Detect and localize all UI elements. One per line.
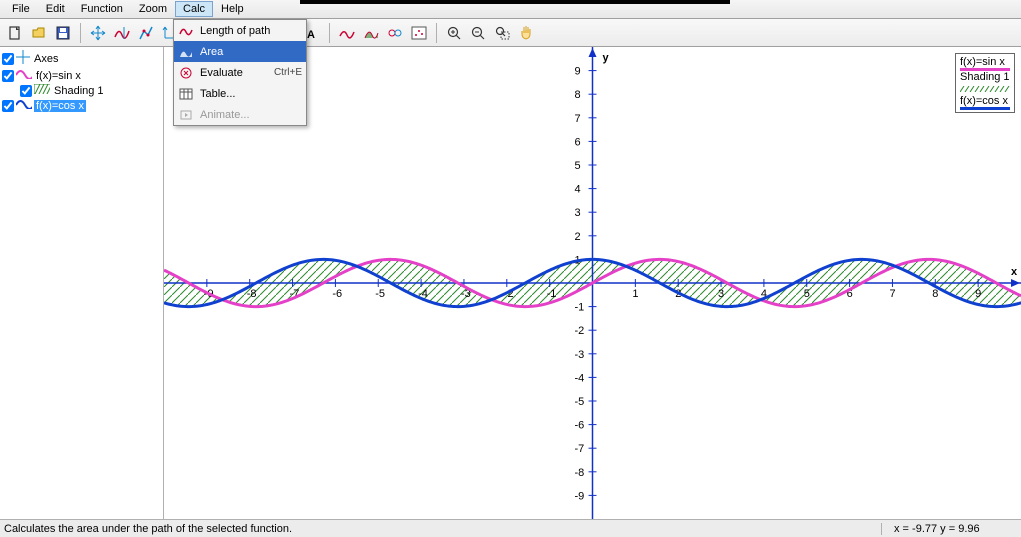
x-tick-label: 9: [975, 288, 981, 300]
x-tick-label: 1: [632, 288, 638, 300]
legend-item: f(x)=sin x: [960, 56, 1010, 71]
title-bar-fragment: [300, 0, 730, 4]
tb-save[interactable]: [52, 22, 74, 44]
menu-function[interactable]: Function: [73, 1, 131, 17]
tb-pan[interactable]: [515, 22, 537, 44]
legend-item: f(x)=cos x: [960, 95, 1010, 110]
tb-open[interactable]: [28, 22, 50, 44]
table-icon: [178, 86, 194, 102]
menu-calc[interactable]: Calc: [175, 1, 213, 17]
tb-zoom-in[interactable]: [443, 22, 465, 44]
y-tick-label: 2: [575, 231, 581, 243]
y-tick-label: 7: [575, 113, 581, 125]
x-tick-label: -6: [332, 288, 342, 300]
tb-new[interactable]: [4, 22, 26, 44]
toolbar: A: [0, 19, 1021, 47]
y-tick-label: -8: [575, 467, 585, 479]
tree-label: f(x)=cos x: [34, 100, 86, 112]
tb-insert-func[interactable]: [336, 22, 358, 44]
tb-shade[interactable]: [360, 22, 382, 44]
x-tick-label: -8: [247, 288, 257, 300]
sine-blue-icon: [16, 99, 32, 112]
svg-text:A: A: [307, 29, 315, 41]
status-message: Calculates the area under the path of th…: [0, 523, 881, 535]
menu-item-label: Area: [200, 46, 296, 58]
calc-menu-dropdown: Length of path Area Evaluate Ctrl+E Table...…: [173, 19, 307, 126]
menu-item-area[interactable]: Area: [174, 41, 306, 62]
tree-checkbox[interactable]: [20, 85, 32, 97]
menu-item-label: Length of path: [200, 25, 296, 37]
tb-fit[interactable]: [135, 22, 157, 44]
menu-help[interactable]: Help: [213, 1, 252, 17]
x-axis-label: x: [1011, 266, 1018, 278]
tb-series[interactable]: [408, 22, 430, 44]
area-icon: [178, 44, 194, 60]
menu-item-label: Table...: [200, 88, 296, 100]
tb-trace[interactable]: [111, 22, 133, 44]
tb-axes-move[interactable]: [87, 22, 109, 44]
y-tick-label: 3: [575, 207, 581, 219]
tb-relation[interactable]: [384, 22, 406, 44]
statusbar: Calculates the area under the path of th…: [0, 519, 1021, 537]
legend: f(x)=sin xShading 1f(x)=cos x: [955, 53, 1015, 113]
main-area: Axesf(x)=sin xShading 1f(x)=cos x xy-9-8…: [0, 47, 1021, 519]
menu-item-evaluate[interactable]: Evaluate Ctrl+E: [174, 62, 306, 83]
tree-label: f(x)=sin x: [34, 70, 83, 82]
x-tick-label: 7: [889, 288, 895, 300]
y-tick-label: -5: [575, 396, 585, 408]
toolbar-separator: [80, 23, 81, 43]
tree-item-f-x-cos-x[interactable]: f(x)=cos x: [2, 98, 161, 113]
legend-item: Shading 1: [960, 71, 1010, 95]
y-tick-label: -1: [575, 302, 585, 314]
menu-item-length-of-path[interactable]: Length of path: [174, 20, 306, 41]
path-icon: [178, 23, 194, 39]
y-tick-label: -9: [575, 490, 585, 502]
tree-item-axes[interactable]: Axes: [2, 49, 161, 68]
tree-item-shading-1[interactable]: Shading 1: [2, 83, 161, 98]
menu-zoom[interactable]: Zoom: [131, 1, 175, 17]
status-coords: x = -9.77 y = 9.96: [881, 523, 1021, 535]
sine-pink-icon: [16, 69, 32, 82]
animate-icon: [178, 107, 194, 123]
y-tick-label: 6: [575, 136, 581, 148]
y-tick-label: 9: [575, 66, 581, 78]
x-tick-label: -5: [375, 288, 385, 300]
menu-file[interactable]: File: [4, 1, 38, 17]
x-tick-label: 3: [718, 288, 724, 300]
y-tick-label: -3: [575, 349, 585, 361]
y-tick-label: -2: [575, 325, 585, 337]
menubar: FileEditFunctionZoomCalcHelp: [0, 0, 1021, 19]
menu-item-label: Evaluate: [200, 67, 268, 79]
tree-label: Axes: [32, 53, 60, 65]
hatch-icon: [34, 84, 50, 97]
tree-checkbox[interactable]: [2, 70, 14, 82]
y-tick-label: -7: [575, 443, 585, 455]
tree-label: Shading 1: [52, 85, 106, 97]
toolbar-separator: [436, 23, 437, 43]
menu-item-table-[interactable]: Table...: [174, 83, 306, 104]
axes-icon: [16, 50, 30, 67]
x-tick-label: 8: [932, 288, 938, 300]
tree-checkbox[interactable]: [2, 53, 14, 65]
x-tick-label: 5: [804, 288, 810, 300]
tb-zoom-out[interactable]: [467, 22, 489, 44]
function-tree: Axes f(x)=sin x Shading 1 f(x)=cos x: [0, 47, 164, 519]
y-axis-label: y: [603, 52, 610, 64]
x-tick-label: -1: [547, 288, 557, 300]
evaluate-icon: [178, 65, 194, 81]
menu-item-animate-: Animate...: [174, 104, 306, 125]
toolbar-separator: [329, 23, 330, 43]
tree-checkbox[interactable]: [2, 100, 14, 112]
y-tick-label: 4: [575, 184, 581, 196]
y-tick-label: 8: [575, 89, 581, 101]
y-tick-label: 5: [575, 160, 581, 172]
menu-item-shortcut: Ctrl+E: [274, 67, 302, 78]
tb-zoom-window[interactable]: [491, 22, 513, 44]
tree-item-f-x-sin-x[interactable]: f(x)=sin x: [2, 68, 161, 83]
menu-item-label: Animate...: [200, 109, 296, 121]
y-tick-label: -6: [575, 420, 585, 432]
y-tick-label: -4: [575, 372, 585, 384]
menu-edit[interactable]: Edit: [38, 1, 73, 17]
